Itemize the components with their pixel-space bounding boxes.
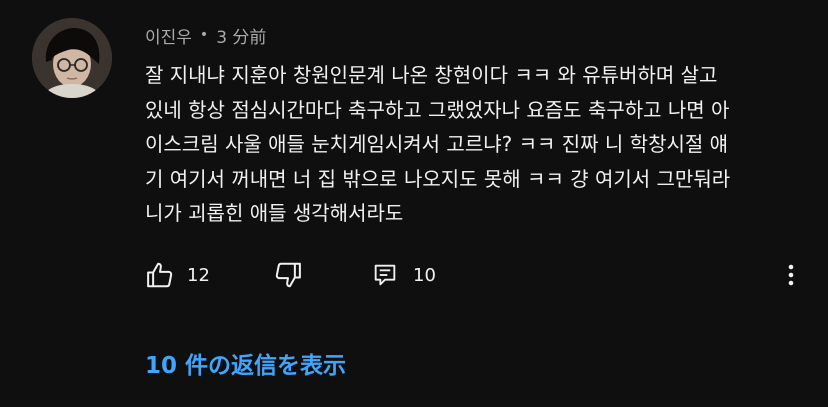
more-vertical-icon bbox=[779, 260, 803, 290]
reply-button[interactable] bbox=[371, 258, 399, 292]
thumbs-up-icon bbox=[145, 260, 175, 290]
comment-text-line: 있네 항상 점심시간마다 축구하고 그랬었자나 요즘도 축구하고 나면 아 bbox=[145, 97, 730, 122]
comment-timestamp[interactable]: 3 分前 bbox=[216, 23, 266, 48]
thumbs-down-icon bbox=[273, 260, 303, 290]
show-replies-button[interactable]: 10 件の返信を表示 bbox=[145, 346, 346, 380]
like-button[interactable] bbox=[145, 258, 175, 292]
separator-dot: • bbox=[199, 27, 209, 43]
author-name[interactable]: 이진우 bbox=[145, 23, 192, 48]
more-options-button[interactable] bbox=[779, 258, 803, 292]
comment-actions: 12 10 bbox=[145, 258, 810, 292]
comment-text-line: 이스크림 사울 애들 눈치게임시켜서 고르냐? ㅋㅋ 진짜 니 학창시절 얘 bbox=[145, 132, 729, 156]
comment-body: 잘 지내냐 지훈아 창원인문계 나온 창현이다 ㅋㅋ 와 유튜버하며 살고 있네… bbox=[145, 58, 810, 231]
comment-icon bbox=[371, 261, 399, 289]
avatar-image bbox=[32, 18, 112, 98]
dislike-button[interactable] bbox=[273, 258, 303, 292]
comment-text-line: 잘 지내냐 지훈아 창원인문계 나온 창현이다 ㅋㅋ 와 유튜버하며 살고 bbox=[145, 63, 718, 87]
comment-text-line: 니가 괴롭힌 애들 생각해서라도 bbox=[145, 201, 404, 225]
comment-header: 이진우 • 3 分前 bbox=[145, 22, 266, 48]
comment-text-line: 기 여기서 꺼내면 너 집 밖으로 나오지도 못해 ㅋㅋ 걍 여기서 그만둬라 bbox=[145, 166, 731, 191]
like-count: 12 bbox=[187, 264, 210, 286]
reply-count: 10 bbox=[413, 264, 436, 286]
avatar[interactable] bbox=[32, 18, 112, 98]
